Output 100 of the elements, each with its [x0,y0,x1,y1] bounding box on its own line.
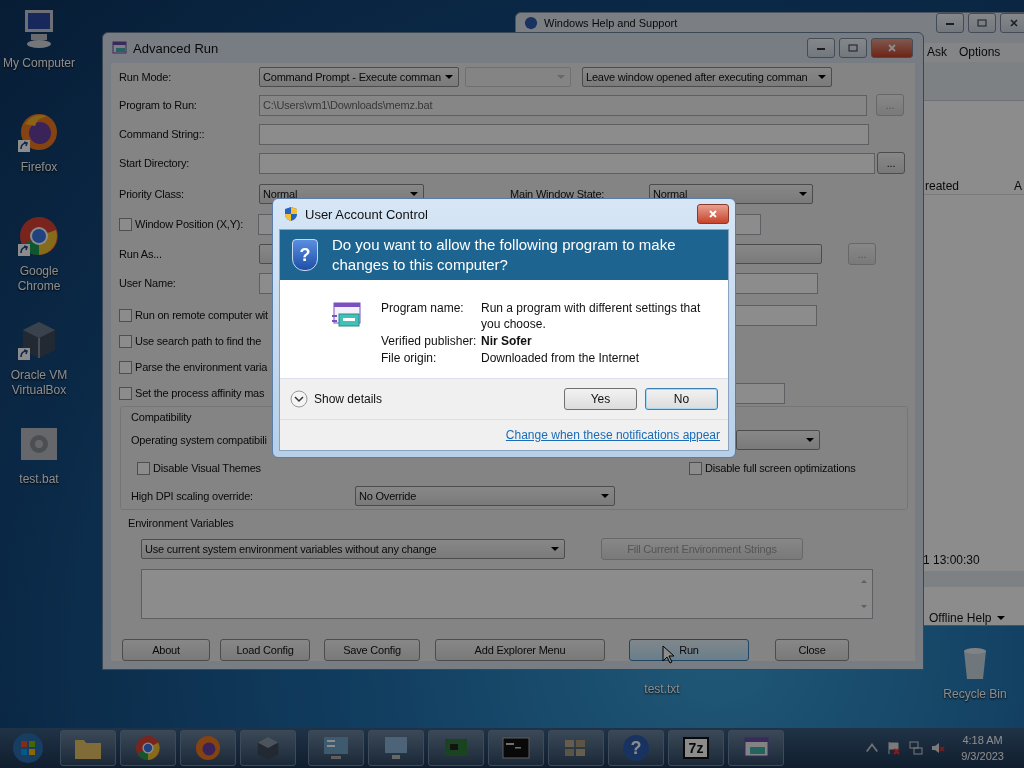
checkbox-label[interactable]: Use search path to find the [135,335,262,347]
text-field[interactable] [735,304,817,326]
icon-label[interactable]: test.bat [1,472,77,487]
chevron-up-icon[interactable] [865,741,880,755]
field-label: Run As... [119,248,163,260]
taskbar-button[interactable] [120,730,176,766]
dialog-button[interactable]: Add Explorer Menu [435,639,605,661]
dialog-button[interactable]: Yes [564,388,637,410]
close-icon [887,44,897,52]
dropdown[interactable] [465,67,571,87]
scroll-arrows-icon [860,579,868,609]
close-button[interactable] [871,38,913,58]
window-title: Advanced Run [133,40,219,56]
show-details-toggle[interactable]: Show details [314,392,383,406]
dropdown[interactable]: Use current system environment variables without any change [141,539,565,559]
checkbox[interactable] [119,217,132,231]
text-field[interactable] [735,382,785,404]
icon-label[interactable]: My Computer [1,56,77,71]
taskbar-button[interactable] [368,730,424,766]
maximize-button[interactable] [839,38,867,58]
field-label: Main Window State: [510,187,606,200]
dialog-button[interactable]: Load Config [220,639,310,661]
checkbox-label[interactable]: Disable full screen optimizations [705,462,856,474]
checkbox-label[interactable]: Window Position (X,Y): [135,218,258,230]
clock-date[interactable]: 9/3/2023 [961,748,1004,764]
taskbar-button[interactable] [548,730,604,766]
dialog-button[interactable]: Run [629,639,749,661]
menu-item[interactable]: Ask [927,45,947,60]
text-field[interactable] [259,152,875,174]
taskbar-button[interactable] [728,730,784,766]
dialog-title: User Account Control [305,206,428,222]
checkbox[interactable] [119,360,132,374]
icon-label[interactable]: Oracle VM VirtualBox [1,368,77,398]
close-icon [708,210,718,218]
icon-label[interactable]: Recycle Bin [937,687,1013,702]
monitor-icon [382,735,410,761]
detail-value: Downloaded from the Internet [481,350,641,366]
field-label: Program to Run: [119,99,198,111]
taskbar-button[interactable]: ? [608,730,664,766]
menu-item[interactable]: Options [959,45,1001,60]
text-area[interactable] [141,569,873,619]
dialog-button[interactable]: About [122,639,210,661]
field-label: Priority Class: [119,187,185,200]
checkbox[interactable] [119,334,132,348]
window-title: Windows Help and Support [544,17,678,29]
checkbox-label[interactable]: Run on remote computer wit [135,309,268,321]
taskbar-button[interactable] [308,730,364,766]
column-header[interactable]: A [1014,178,1022,193]
checkbox[interactable] [119,386,132,400]
taskbar-button[interactable] [240,730,296,766]
dropdown[interactable]: Command Prompt - Execute comman [259,67,459,87]
browser-icon [194,735,222,761]
icon-label[interactable]: Firefox [1,160,77,175]
expand-icon[interactable] [290,390,308,408]
dropdown[interactable]: Leave window opened after executing comman [582,67,832,87]
text-field[interactable]: C:\Users\vm1\Downloads\memz.bat [259,94,867,116]
browse-button[interactable]: ... [877,152,905,174]
flag-icon[interactable] [887,741,902,755]
taskbar-button[interactable]: 7z [668,730,724,766]
checkbox[interactable] [689,461,702,475]
close-button[interactable] [1000,13,1024,33]
checkbox-label[interactable]: Parse the environment varia [135,361,268,373]
browser-icon[interactable] [17,214,61,258]
caret-icon [445,75,453,79]
speaker-muted-icon[interactable] [931,741,946,755]
shield-icon [283,206,299,222]
maximize-button[interactable] [968,13,996,33]
start-button[interactable] [12,732,44,764]
clock-time[interactable]: 4:18 AM [962,732,1003,748]
group-title: Compatibility [131,411,192,423]
network-icon[interactable] [909,741,924,755]
minimize-button[interactable] [807,38,835,58]
section-title: Environment Variables [128,517,234,529]
taskbar-button[interactable] [60,730,116,766]
caret-icon [806,438,814,442]
dialog-button[interactable]: No [645,388,718,410]
dropdown[interactable] [736,430,820,450]
close-button[interactable] [697,204,729,224]
checkbox-label[interactable]: Disable Visual Themes [153,462,261,474]
detail-label: Program name: [381,300,465,317]
offline-help-menu[interactable]: Offline Help [921,611,1024,625]
checkbox-label[interactable]: Set the process affinity mas [135,387,265,399]
taskbar-button[interactable] [180,730,236,766]
dropdown[interactable]: No Override [355,486,615,506]
caret-icon [410,191,418,196]
checkbox[interactable] [137,461,150,475]
minimize-button[interactable] [936,13,964,33]
checkbox[interactable] [119,308,132,322]
console-icon [502,735,530,761]
text-field[interactable] [259,123,869,145]
dialog-button[interactable]: Close [775,639,849,661]
taskbar-button[interactable] [488,730,544,766]
taskbar-button[interactable] [428,730,484,766]
column-header[interactable]: reated [925,178,960,193]
detail-value: Nir Sofer [481,333,533,349]
icon-label[interactable]: Google Chrome [1,264,77,294]
dialog-button[interactable]: Save Config [324,639,420,661]
table-cell-text: 1 13:00:30 [922,553,981,568]
app-icon [111,40,127,56]
browser-icon [134,735,162,761]
